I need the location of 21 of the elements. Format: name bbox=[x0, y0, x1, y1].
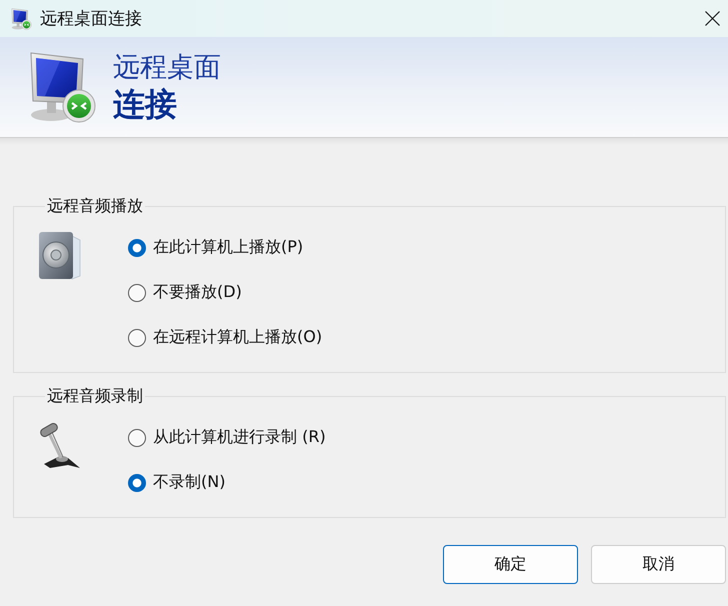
monitor-icon bbox=[10, 8, 32, 30]
radio-button[interactable] bbox=[128, 428, 146, 446]
radio-label[interactable]: 在远程计算机上播放(O) bbox=[153, 327, 322, 348]
group-title: 远程音频播放 bbox=[46, 196, 144, 216]
microphone-icon bbox=[38, 421, 82, 471]
window-title: 远程桌面连接 bbox=[40, 8, 143, 30]
radio-button[interactable] bbox=[128, 474, 146, 492]
dialog-button[interactable]: 确定 bbox=[443, 545, 578, 584]
radio-label[interactable]: 在此计算机上播放(P) bbox=[153, 237, 304, 258]
close-icon[interactable] bbox=[705, 11, 720, 26]
group-title: 远程音频录制 bbox=[46, 386, 144, 406]
speaker-icon bbox=[38, 231, 82, 281]
banner-title: 远程桌面 bbox=[113, 50, 221, 84]
radio-label[interactable]: 不要播放(D) bbox=[153, 282, 242, 303]
dialog-button[interactable]: 取消 bbox=[591, 545, 726, 584]
radio-button[interactable] bbox=[128, 238, 146, 256]
banner-subtitle: 连接 bbox=[113, 84, 178, 124]
radio-label[interactable]: 不录制(N) bbox=[153, 472, 226, 493]
radio-button[interactable] bbox=[128, 284, 146, 302]
radio-button[interactable] bbox=[128, 328, 146, 346]
radio-label[interactable]: 从此计算机进行录制 (R) bbox=[153, 427, 326, 448]
